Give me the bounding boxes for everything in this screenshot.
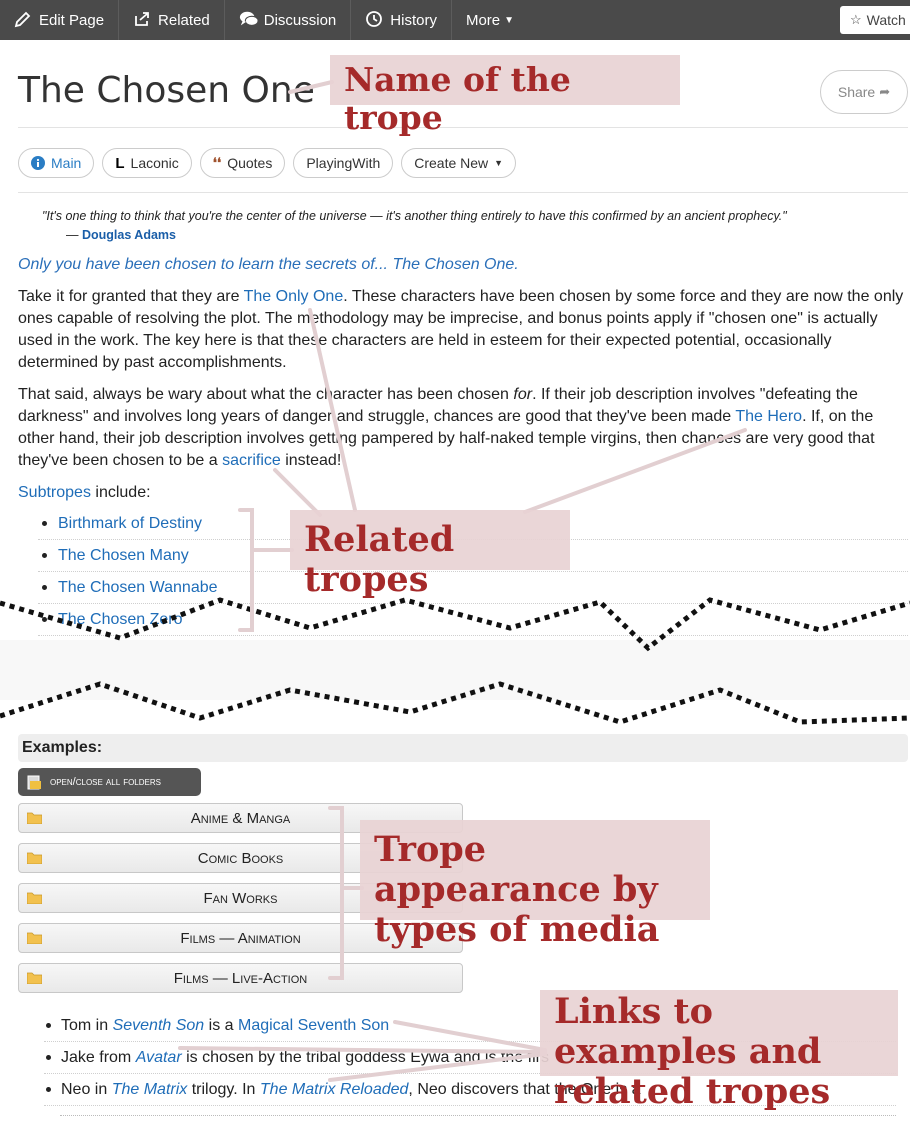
folder-label: Films — Animation — [180, 929, 301, 947]
text: is chosen by the tribal goddess Eywa and… — [181, 1048, 549, 1066]
open-close-folders-button[interactable]: open/close all folders — [18, 768, 201, 796]
folder-label: Fan Works — [203, 889, 278, 907]
folder-icon — [27, 812, 42, 824]
text: trilogy. In — [187, 1080, 260, 1098]
link-trope[interactable]: Magical Seventh Son — [238, 1017, 389, 1035]
folder-label: Comic Books — [197, 849, 284, 867]
link-work[interactable]: The Matrix — [112, 1081, 188, 1099]
folder-films-live-action[interactable]: Films — Live-Action — [18, 963, 463, 993]
folder-icon — [27, 852, 42, 864]
divider — [60, 1115, 896, 1116]
text: Neo in — [61, 1080, 112, 1098]
annotation-related-tropes: Related tropes — [290, 510, 570, 600]
annotation-trope-name: Name of the trope — [330, 55, 680, 136]
folder-icon — [27, 932, 42, 944]
open-close-label: open/close all folders — [50, 776, 161, 788]
text: Tom in — [61, 1016, 113, 1034]
examples-header: Examples: — [18, 734, 908, 762]
link-work[interactable]: The Matrix Reloaded — [260, 1081, 409, 1099]
folder-label: Anime & Manga — [190, 809, 291, 827]
folders-icon — [26, 774, 42, 790]
text: is a — [204, 1016, 238, 1034]
folder-label: Films — Live-Action — [173, 969, 308, 987]
folder-icon — [27, 892, 42, 904]
annotation-media-types: Trope appearance by types of media — [360, 820, 710, 950]
link-work[interactable]: Seventh Son — [113, 1017, 205, 1035]
text: Jake from — [61, 1048, 136, 1066]
folder-icon — [27, 972, 42, 984]
link-work[interactable]: Avatar — [136, 1049, 182, 1067]
annotation-example-links: Links to examples and related tropes — [540, 990, 898, 1112]
